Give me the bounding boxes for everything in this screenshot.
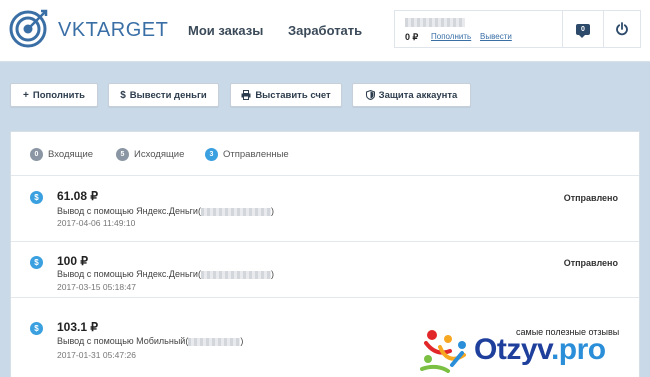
nav-my-orders[interactable]: Мои заказы bbox=[188, 23, 263, 38]
transaction-date: 2017-01-31 05:47:26 bbox=[57, 350, 136, 360]
tab-outgoing-count: 5 bbox=[116, 148, 129, 161]
power-icon bbox=[616, 22, 628, 36]
transaction-date: 2017-03-15 05:18:47 bbox=[57, 282, 136, 292]
top-header: VKTARGET Мои заказы Заработать 0 ₽ Попол… bbox=[0, 0, 650, 62]
topup-button[interactable]: + Пополнить bbox=[10, 83, 98, 107]
transaction-status: Отправлено bbox=[563, 193, 618, 203]
message-bubble-icon: 0 bbox=[576, 23, 590, 38]
otzyv-people-logo-icon bbox=[420, 330, 466, 373]
transaction-description: Вывод с помощью Мобильный() bbox=[57, 336, 244, 346]
transaction-row: $ 100 ₽ Вывод с помощью Яндекс.Деньги() … bbox=[11, 242, 639, 298]
balance-amount: 0 ₽ bbox=[405, 32, 419, 42]
withdraw-button[interactable]: $ Вывести деньги bbox=[108, 83, 219, 107]
messages-button[interactable]: 0 bbox=[562, 10, 604, 48]
invoice-button[interactable]: Выставить счет bbox=[230, 83, 342, 107]
target-logo-icon[interactable] bbox=[8, 9, 48, 49]
dollar-coin-icon: $ bbox=[30, 322, 43, 335]
tab-sent-count: 3 bbox=[205, 148, 218, 161]
printer-icon bbox=[241, 90, 251, 100]
transaction-date: 2017-04-06 11:49:10 bbox=[57, 218, 136, 228]
dollar-icon: $ bbox=[120, 89, 126, 101]
blurred-account bbox=[200, 207, 271, 216]
plus-icon: + bbox=[23, 89, 29, 101]
withdraw-button-label: Вывести деньги bbox=[129, 89, 207, 101]
transaction-status: Отправлено bbox=[563, 258, 618, 268]
topup-button-label: Пополнить bbox=[32, 89, 85, 101]
transaction-row: $ 61.08 ₽ Вывод с помощью Яндекс.Деньги(… bbox=[11, 177, 639, 242]
transaction-amount: 61.08 ₽ bbox=[57, 189, 98, 203]
transaction-amount: 103.1 ₽ bbox=[57, 320, 98, 334]
account-protection-button-label: Защита аккаунта bbox=[378, 89, 458, 101]
invoice-button-label: Выставить счет bbox=[255, 89, 331, 101]
tab-outgoing-label: Исходящие bbox=[134, 149, 185, 160]
logo-text[interactable]: VKTARGET bbox=[58, 19, 168, 42]
transaction-tabs: 0 Входящие 5 Исходящие 3 Отправленные bbox=[11, 132, 639, 176]
tab-outgoing[interactable]: 5 Исходящие bbox=[116, 148, 184, 161]
blurred-account bbox=[188, 337, 241, 346]
tab-sent-label: Отправленные bbox=[223, 149, 289, 160]
tab-incoming-count: 0 bbox=[30, 148, 43, 161]
dollar-coin-icon: $ bbox=[30, 256, 43, 269]
dollar-coin-icon: $ bbox=[30, 191, 43, 204]
logout-button[interactable] bbox=[603, 10, 641, 48]
transaction-amount: 100 ₽ bbox=[57, 254, 88, 268]
blurred-account bbox=[200, 270, 271, 279]
tab-incoming-label: Входящие bbox=[48, 149, 94, 160]
shield-icon bbox=[365, 90, 375, 100]
balance-panel: 0 ₽ Пополнить Вывести bbox=[394, 10, 562, 48]
balance-withdraw-link[interactable]: Вывести bbox=[480, 32, 512, 41]
tab-sent[interactable]: 3 Отправленные bbox=[205, 148, 289, 161]
nav-earn[interactable]: Заработать bbox=[288, 23, 362, 38]
balance-topup-link[interactable]: Пополнить bbox=[431, 32, 471, 41]
account-protection-button[interactable]: Защита аккаунта bbox=[352, 83, 471, 107]
watermark-brand: Otzyv.pro bbox=[474, 333, 606, 366]
blurred-username bbox=[405, 18, 465, 27]
transaction-description: Вывод с помощью Яндекс.Деньги() bbox=[57, 269, 274, 279]
tab-incoming[interactable]: 0 Входящие bbox=[30, 148, 93, 161]
transaction-description: Вывод с помощью Яндекс.Деньги() bbox=[57, 206, 274, 216]
